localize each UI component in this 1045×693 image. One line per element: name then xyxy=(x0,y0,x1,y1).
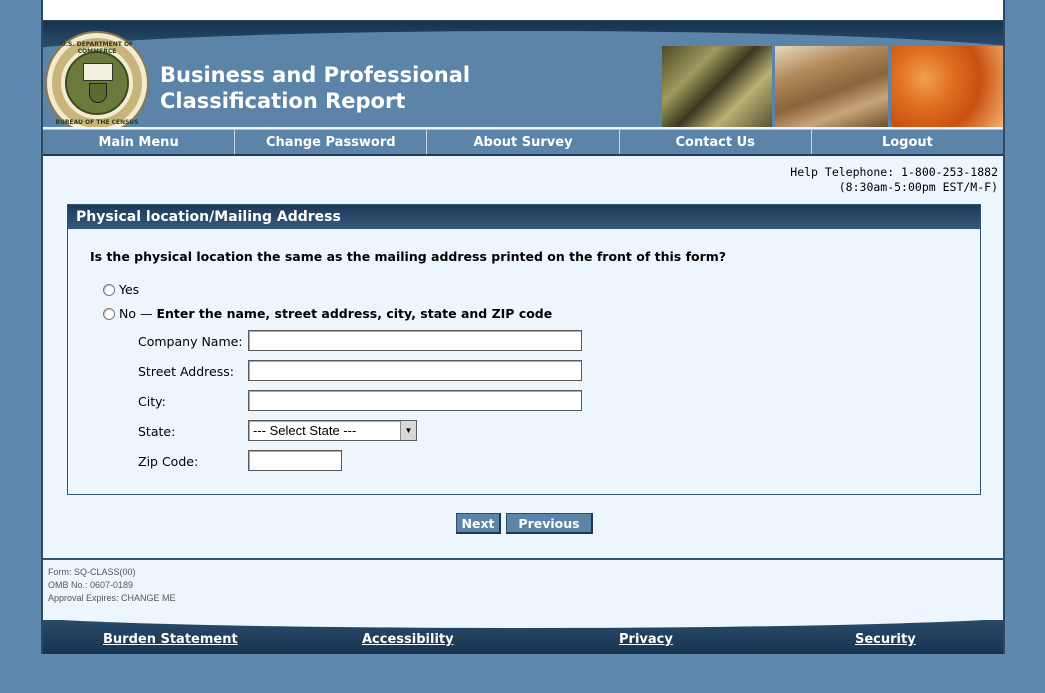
omb-number: OMB No.: 0607-0189 xyxy=(48,580,134,590)
state-select[interactable]: --- Select State --- ▼ xyxy=(248,420,417,441)
no-option[interactable]: No — Enter the name, street address, cit… xyxy=(103,306,552,321)
footer-curve xyxy=(43,620,1003,628)
location-question: Is the physical location the same as the… xyxy=(90,249,727,264)
footer-link-burden-statement[interactable]: Burden Statement xyxy=(103,632,238,647)
form-id: Form: SQ-CLASS(00) xyxy=(48,567,136,577)
photo-hardware xyxy=(662,46,772,127)
nav-main-menu[interactable]: Main Menu xyxy=(43,130,236,154)
nav-logout[interactable]: Logout xyxy=(812,130,1003,154)
city-input[interactable] xyxy=(248,390,582,411)
top-strip xyxy=(43,0,1003,21)
seal-bottom-text: BUREAU OF THE CENSUS xyxy=(55,119,139,126)
yes-label: Yes xyxy=(119,282,140,297)
main-nav: Main Menu Change Password About Survey C… xyxy=(43,129,1003,156)
help-info: Help Telephone: 1-800-253-1882 (8:30am-5… xyxy=(790,165,998,195)
title-line-1: Business and Professional xyxy=(160,63,471,87)
city-label: City: xyxy=(138,394,166,409)
header-banner: U.S. DEPARTMENT OF COMMERCE BUREAU OF TH… xyxy=(43,21,1003,127)
page-title: Business and Professional Classification… xyxy=(160,62,470,114)
state-label: State: xyxy=(138,424,176,439)
footer-link-security[interactable]: Security xyxy=(855,632,916,647)
no-radio[interactable] xyxy=(103,307,115,320)
address-panel: Physical location/Mailing Address Is the… xyxy=(67,204,981,495)
company-name-input[interactable] xyxy=(248,330,582,351)
approval-expires: Approval Expires: CHANGE ME xyxy=(48,593,176,603)
nav-change-password[interactable]: Change Password xyxy=(235,130,428,154)
street-address-label: Street Address: xyxy=(138,364,234,379)
previous-button[interactable]: Previous xyxy=(506,513,593,534)
seal-top-text: U.S. DEPARTMENT OF COMMERCE xyxy=(60,41,134,55)
seal-book-icon xyxy=(83,63,113,81)
form-info: Form: SQ-CLASS(00) OMB No.: 0607-0189 Ap… xyxy=(48,566,176,605)
census-seal-logo: U.S. DEPARTMENT OF COMMERCE BUREAU OF TH… xyxy=(45,31,149,127)
yes-option[interactable]: Yes xyxy=(103,282,139,297)
footer-bar: Burden Statement Accessibility Privacy S… xyxy=(43,620,1003,654)
photo-boxes xyxy=(775,46,888,127)
panel-title: Physical location/Mailing Address xyxy=(68,205,980,229)
footer-link-privacy[interactable]: Privacy xyxy=(619,632,673,647)
seal-shield-icon xyxy=(89,83,107,103)
chevron-down-icon[interactable]: ▼ xyxy=(400,421,416,440)
zip-code-label: Zip Code: xyxy=(138,454,199,469)
nav-about-survey[interactable]: About Survey xyxy=(427,130,620,154)
photo-oranges xyxy=(891,46,1003,127)
zip-code-input[interactable] xyxy=(248,450,342,471)
help-telephone: Help Telephone: 1-800-253-1882 xyxy=(790,165,998,179)
help-hours: (8:30am-5:00pm EST/M-F) xyxy=(838,180,998,194)
state-selected-value: --- Select State --- xyxy=(253,423,357,438)
no-instruction: Enter the name, street address, city, st… xyxy=(156,306,553,321)
footer-divider xyxy=(43,558,1003,560)
next-button[interactable]: Next xyxy=(456,513,501,534)
header-photos xyxy=(662,46,1003,127)
title-line-2: Classification Report xyxy=(160,89,406,113)
no-label: No — xyxy=(119,306,153,321)
yes-radio[interactable] xyxy=(103,283,115,296)
street-address-input[interactable] xyxy=(248,360,582,381)
nav-contact-us[interactable]: Contact Us xyxy=(620,130,812,154)
footer-link-accessibility[interactable]: Accessibility xyxy=(362,632,454,647)
company-name-label: Company Name: xyxy=(138,334,243,349)
page-container: U.S. DEPARTMENT OF COMMERCE BUREAU OF TH… xyxy=(41,0,1005,654)
